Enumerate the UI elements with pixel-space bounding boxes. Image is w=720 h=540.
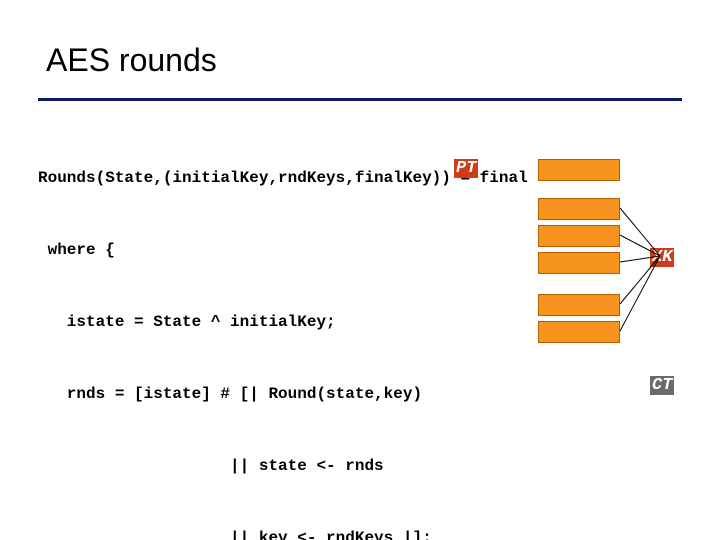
title-underline xyxy=(38,98,682,101)
slide-title: AES rounds xyxy=(46,42,217,79)
slide: AES rounds Rounds(State,(initialKey,rndK… xyxy=(0,0,720,540)
block-round xyxy=(538,225,620,247)
code-block: Rounds(State,(initialKey,rndKeys,finalKe… xyxy=(38,118,598,540)
code-line: Rounds(State,(initialKey,rndKeys,finalKe… xyxy=(38,166,598,190)
xk-label: XK xyxy=(650,248,674,267)
block-round xyxy=(538,294,620,316)
block-round xyxy=(538,198,620,220)
code-line: || key <- rndKeys |]; xyxy=(38,526,598,540)
block-round xyxy=(538,321,620,343)
code-line: istate = State ^ initialKey; xyxy=(38,310,598,334)
code-line: rnds = [istate] # [| Round(state,key) xyxy=(38,382,598,406)
ct-label: CT xyxy=(650,376,674,395)
pt-label: PT xyxy=(454,159,478,178)
code-line: where { xyxy=(38,238,598,262)
block-pt xyxy=(538,159,620,181)
code-line: || state <- rnds xyxy=(38,454,598,478)
block-round xyxy=(538,252,620,274)
